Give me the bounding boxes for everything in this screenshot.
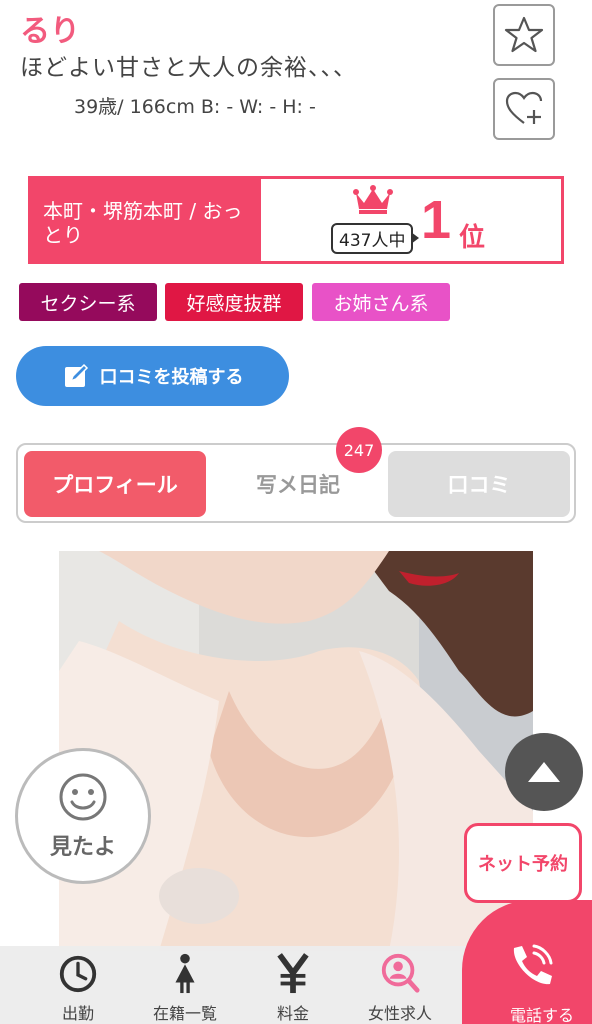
ranking-count: 437人中 [331,223,420,254]
diary-count-badge: 247 [336,427,382,473]
ranking-number: 1 [421,190,452,250]
tag-onesan: お姉さん系 [312,283,450,321]
clock-icon [59,955,97,993]
phone-icon [513,944,553,985]
ranking-area: 本町・堺筋本町 / おっとり [31,179,261,261]
favorite-button[interactable] [493,4,555,66]
scroll-top-button[interactable] [505,733,583,811]
heart-plus-icon [505,91,543,124]
tab-profile[interactable]: プロフィール [24,451,206,517]
nav-recruit[interactable]: 女性求人 [350,946,450,1024]
woman-icon [175,953,195,994]
tag-sexy: セクシー系 [19,283,157,321]
yen-icon [277,953,309,994]
crown-icon [353,185,393,214]
cast-name: るり [20,14,80,49]
nav-price[interactable]: 料金 [243,946,343,1024]
call-label: 電話する [510,1006,575,1024]
nav-cast-list[interactable]: 在籍一覧 [135,946,235,1024]
smiley-icon [59,773,107,821]
nav-attendance[interactable]: 出勤 [28,946,128,1024]
triangle-up-icon [528,762,560,782]
post-review-button[interactable]: 口コミを投稿する [16,346,289,406]
search-person-icon [381,953,420,993]
profile-stats: 39歳/ 166cm B: - W: - H: - [74,96,316,118]
tab-reviews[interactable]: 口コミ [388,451,570,517]
add-like-button[interactable] [493,78,555,140]
post-review-label: 口コミを投稿する [99,367,244,388]
edit-icon [64,363,88,387]
ranking-unit: 位 [459,223,486,253]
star-icon [504,16,544,53]
mita-label: 見たよ [49,835,116,860]
catchphrase: ほどよい甘さと大人の余裕、、、 [20,55,357,81]
tag-likability: 好感度抜群 [165,283,303,321]
ranking-box[interactable]: 本町・堺筋本町 / おっとり 437人中 1 位 [28,176,564,264]
net-reserve-button[interactable]: ネット予約 [464,823,582,903]
cast-photo[interactable] [59,551,533,951]
mita-button[interactable]: 見たよ [15,748,151,884]
profile-tabs: プロフィール 写メ日記 口コミ [16,443,576,523]
